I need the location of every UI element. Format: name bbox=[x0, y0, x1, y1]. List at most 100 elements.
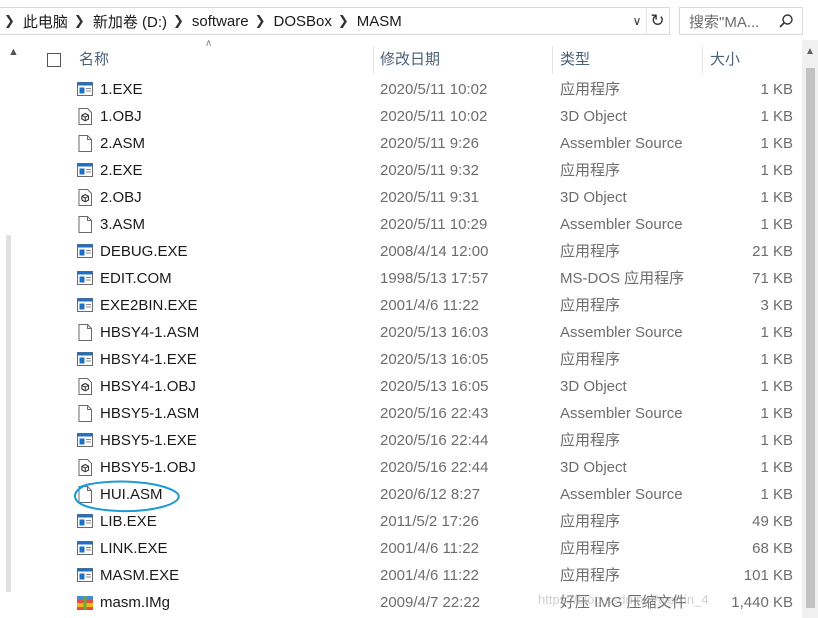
file-row[interactable]: LINK.EXE 2001/4/6 11:22 应用程序 68 KB bbox=[30, 535, 802, 562]
breadcrumb-drive-d[interactable]: 新加卷 (D:) bbox=[91, 11, 169, 32]
file-row[interactable]: HBSY5-1.EXE 2020/5/16 22:44 应用程序 1 KB bbox=[30, 427, 802, 454]
column-divider[interactable] bbox=[552, 46, 553, 74]
file-name: HBSY4-1.EXE bbox=[100, 351, 197, 368]
file-type: 应用程序 bbox=[560, 567, 621, 584]
chevron-down-icon[interactable]: ∨ bbox=[628, 12, 646, 30]
chevron-right-icon[interactable]: ❯ bbox=[70, 13, 91, 29]
file-name: HUI.ASM bbox=[100, 486, 163, 503]
breadcrumb-this-pc[interactable]: 此电脑 bbox=[21, 11, 70, 32]
file-size: 1 KB bbox=[760, 378, 793, 395]
exe-icon bbox=[76, 350, 94, 369]
breadcrumb-software[interactable]: software bbox=[190, 13, 251, 30]
file-row[interactable]: MASM.EXE 2001/4/6 11:22 应用程序 101 KB bbox=[30, 562, 802, 589]
file-size: 1 KB bbox=[760, 486, 793, 503]
chevron-right-icon[interactable]: ❯ bbox=[334, 13, 355, 29]
obj-icon bbox=[76, 107, 94, 126]
file-date: 2001/4/6 11:22 bbox=[380, 297, 479, 314]
search-placeholder: 搜索"MA... bbox=[689, 13, 760, 31]
file-size: 1 KB bbox=[760, 324, 793, 341]
file-name: 1.EXE bbox=[100, 81, 143, 98]
file-size: 1 KB bbox=[760, 432, 793, 449]
file-date: 2001/4/6 11:22 bbox=[380, 540, 479, 557]
scroll-up-arrow-icon[interactable]: ▲ bbox=[805, 46, 815, 57]
file-type: Assembler Source bbox=[560, 324, 683, 341]
file-size: 49 KB bbox=[752, 513, 793, 530]
address-bar: ❯ 此电脑 ❯ 新加卷 (D:) ❯ software ❯ DOSBox ❯ M… bbox=[0, 0, 818, 40]
chevron-right-icon[interactable]: ❯ bbox=[0, 13, 21, 29]
file-type: 应用程序 bbox=[560, 297, 621, 314]
breadcrumb: ❯ 此电脑 ❯ 新加卷 (D:) ❯ software ❯ DOSBox ❯ M… bbox=[0, 7, 670, 35]
chevron-right-icon[interactable]: ❯ bbox=[251, 13, 272, 29]
file-name: MASM.EXE bbox=[100, 567, 180, 584]
exe-icon bbox=[76, 161, 94, 180]
file-size: 101 KB bbox=[743, 567, 793, 584]
file-name: LIB.EXE bbox=[100, 513, 157, 530]
file-date: 1998/5/13 17:57 bbox=[380, 270, 489, 287]
scrollbar-thumb[interactable] bbox=[806, 68, 815, 608]
file-list: 1.EXE 2020/5/11 10:02 应用程序 1 KB 1.OBJ 2020/5/… bbox=[30, 76, 802, 618]
file-size: 1 KB bbox=[760, 216, 793, 233]
file-date: 2020/5/11 10:29 bbox=[380, 216, 488, 233]
column-size[interactable]: 大小 bbox=[704, 44, 802, 76]
exe-icon bbox=[76, 296, 94, 315]
file-name: 2.ASM bbox=[100, 135, 146, 152]
column-date[interactable]: 修改日期 bbox=[374, 44, 552, 76]
column-type[interactable]: 类型 bbox=[554, 44, 702, 76]
file-type: 应用程序 bbox=[560, 432, 621, 449]
file-row[interactable]: 1.EXE 2020/5/11 10:02 应用程序 1 KB bbox=[30, 76, 802, 103]
breadcrumb-masm[interactable]: MASM bbox=[355, 13, 404, 30]
file-date: 2020/5/16 22:44 bbox=[380, 459, 489, 476]
file-name: EXE2BIN.EXE bbox=[100, 297, 198, 314]
column-name[interactable]: 名称 bbox=[73, 44, 373, 76]
file-date: 2020/5/11 9:31 bbox=[380, 189, 479, 206]
file-row[interactable]: LIB.EXE 2011/5/2 17:26 应用程序 49 KB bbox=[30, 508, 802, 535]
file-type: 3D Object bbox=[560, 459, 627, 476]
file-row[interactable]: 3.ASM 2020/5/11 10:29 Assembler Source 1 KB bbox=[30, 211, 802, 238]
file-row[interactable]: HBSY4-1.EXE 2020/5/13 16:05 应用程序 1 KB bbox=[30, 346, 802, 373]
file-size: 3 KB bbox=[760, 297, 793, 314]
file-row[interactable]: 1.OBJ 2020/5/11 10:02 3D Object 1 KB bbox=[30, 103, 802, 130]
refresh-icon[interactable]: ↻ bbox=[646, 8, 668, 34]
file-row[interactable]: 2.ASM 2020/5/11 9:26 Assembler Source 1 KB bbox=[30, 130, 802, 157]
navigation-pane-edge: ▲ bbox=[0, 40, 30, 618]
file-type: 应用程序 bbox=[560, 243, 621, 260]
file-type: 应用程序 bbox=[560, 513, 621, 530]
file-row[interactable]: DEBUG.EXE 2008/4/14 12:00 应用程序 21 KB bbox=[30, 238, 802, 265]
select-all-checkbox[interactable] bbox=[47, 53, 61, 67]
file-row[interactable]: HBSY5-1.ASM 2020/5/16 22:43 Assembler Sour… bbox=[30, 400, 802, 427]
exe-icon bbox=[76, 269, 94, 288]
file-row[interactable]: 2.EXE 2020/5/11 9:32 应用程序 1 KB bbox=[30, 157, 802, 184]
file-size: 1 KB bbox=[760, 81, 793, 98]
file-row[interactable]: EXE2BIN.EXE 2001/4/6 11:22 应用程序 3 KB bbox=[30, 292, 802, 319]
file-date: 2020/5/11 9:26 bbox=[380, 135, 479, 152]
file-date: 2020/6/12 8:27 bbox=[380, 486, 481, 503]
file-row[interactable]: 2.OBJ 2020/5/11 9:31 3D Object 1 KB bbox=[30, 184, 802, 211]
file-date: 2020/5/13 16:05 bbox=[380, 378, 489, 395]
file-size: 1 KB bbox=[760, 351, 793, 368]
file-size: 71 KB bbox=[752, 270, 793, 287]
chevron-right-icon[interactable]: ❯ bbox=[169, 13, 190, 29]
file-date: 2020/5/16 22:43 bbox=[380, 405, 489, 422]
asm-icon bbox=[76, 134, 94, 153]
scroll-up-icon[interactable]: ▲ bbox=[8, 46, 19, 58]
file-date: 2001/4/6 11:22 bbox=[380, 567, 479, 584]
file-row[interactable]: HBSY4-1.OBJ 2020/5/13 16:05 3D Object 1 KB bbox=[30, 373, 802, 400]
file-row[interactable]: EDIT.COM 1998/5/13 17:57 MS-DOS 应用程序 71 KB bbox=[30, 265, 802, 292]
file-type: 应用程序 bbox=[560, 81, 621, 98]
file-type: Assembler Source bbox=[560, 486, 683, 503]
file-row[interactable]: HUI.ASM 2020/6/12 8:27 Assembler Source 1 K… bbox=[30, 481, 802, 508]
breadcrumb-dosbox[interactable]: DOSBox bbox=[272, 13, 334, 30]
file-date: 2009/4/7 22:22 bbox=[380, 594, 481, 611]
asm-icon bbox=[76, 485, 94, 504]
vertical-scrollbar[interactable]: ▲ bbox=[802, 40, 818, 618]
file-size: 1 KB bbox=[760, 162, 793, 179]
file-type: MS-DOS 应用程序 bbox=[560, 270, 685, 287]
file-type: Assembler Source bbox=[560, 135, 683, 152]
search-input[interactable]: 搜索"MA... bbox=[679, 7, 803, 35]
column-divider[interactable] bbox=[702, 46, 703, 74]
nav-scrollbar[interactable] bbox=[6, 235, 11, 592]
file-name: 2.OBJ bbox=[100, 189, 142, 206]
file-row[interactable]: HBSY5-1.OBJ 2020/5/16 22:44 3D Object 1 KB bbox=[30, 454, 802, 481]
file-row[interactable]: HBSY4-1.ASM 2020/5/13 16:03 Assembler Sour… bbox=[30, 319, 802, 346]
exe-icon bbox=[76, 242, 94, 261]
